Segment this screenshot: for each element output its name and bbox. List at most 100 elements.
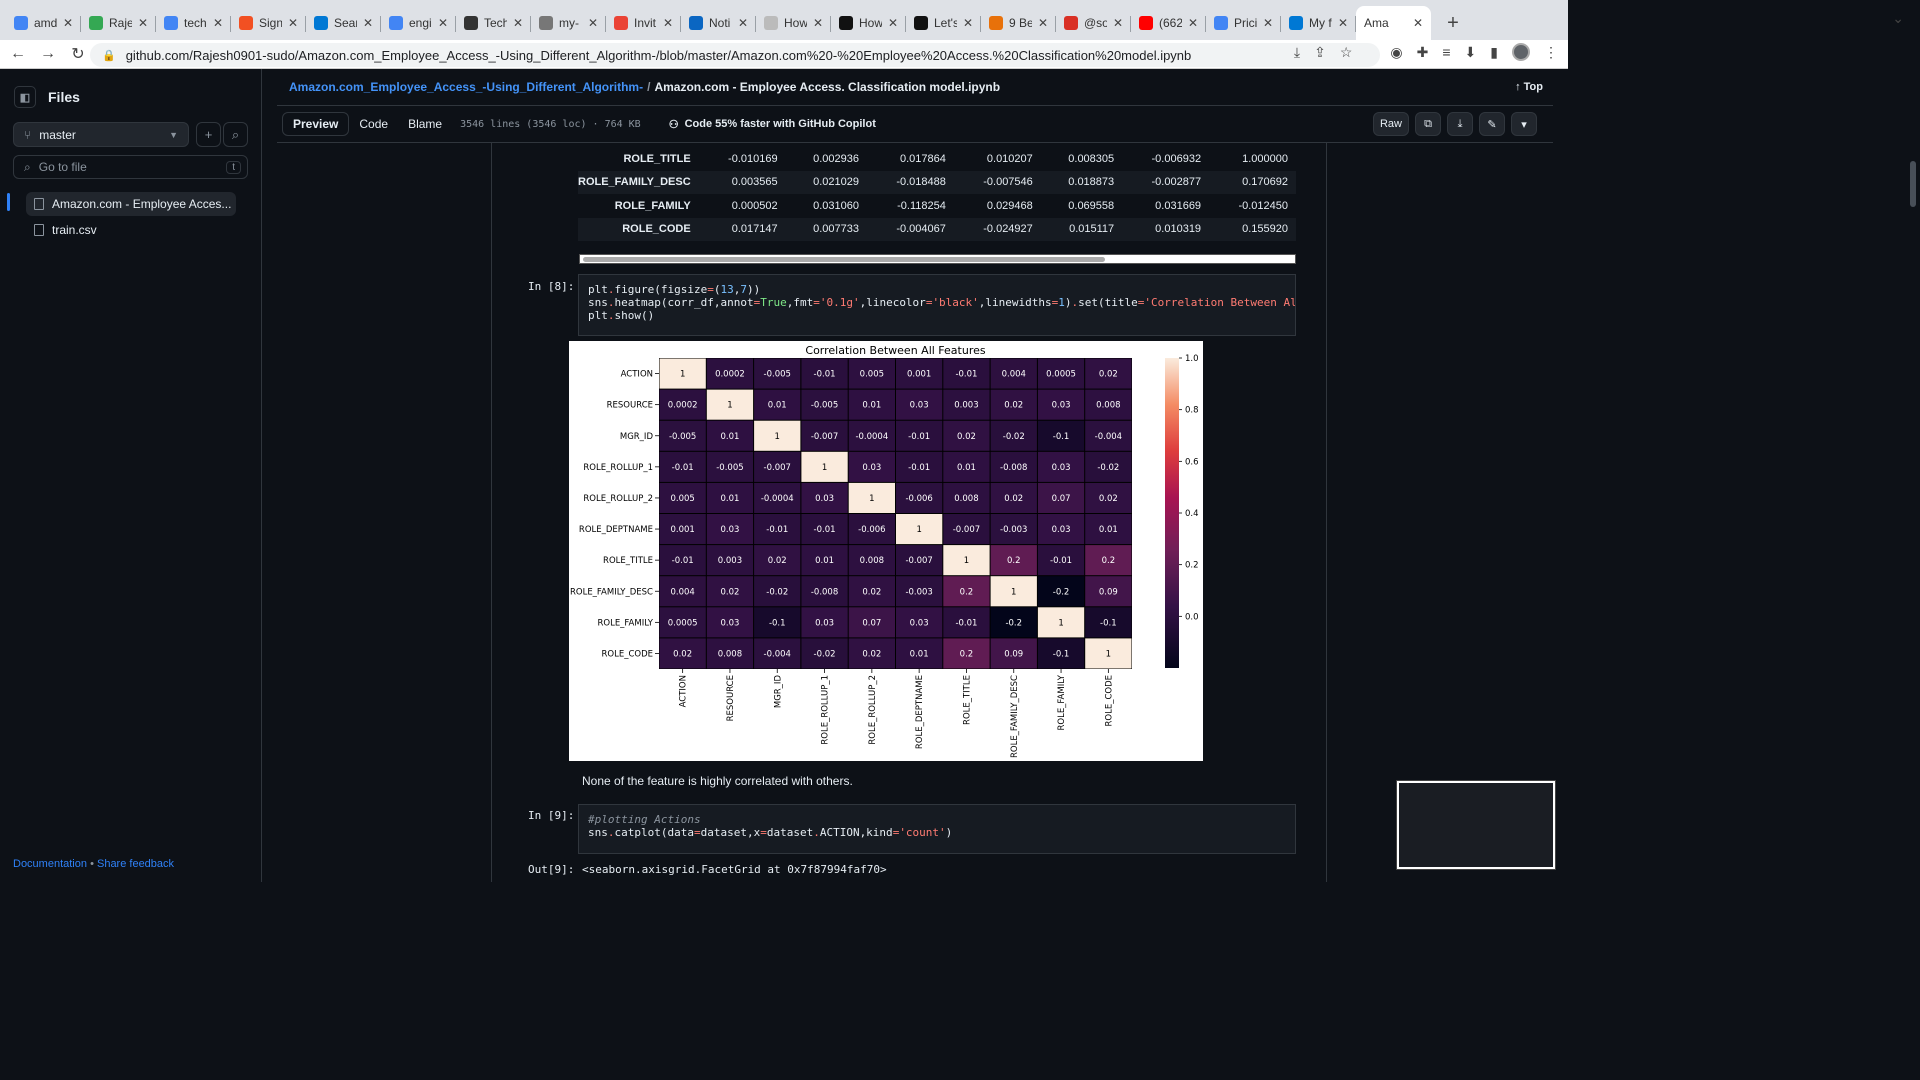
tab-title: Sign — [259, 16, 282, 30]
close-icon[interactable]: ✕ — [1263, 16, 1273, 30]
tab-blame[interactable]: Blame — [398, 112, 452, 136]
table-cell: 0.031060 — [813, 199, 859, 212]
code-cell-8[interactable]: plt.figure(figsize=(13,7)) sns.heatmap(c… — [578, 274, 1296, 336]
documentation-link[interactable]: Documentation — [13, 858, 87, 870]
colorbar-tick-label: 0.8 — [1185, 406, 1199, 416]
search-icon[interactable]: ⌕ — [223, 122, 248, 147]
browser-tab[interactable]: engi ✕ — [381, 6, 456, 40]
browser-tab[interactable]: Let's ✕ — [906, 6, 981, 40]
tab-preview[interactable]: Preview — [282, 112, 350, 136]
browser-tab[interactable]: my- ✕ — [531, 6, 606, 40]
file-item-notebook[interactable]: Amazon.com - Employee Acces... — [26, 192, 236, 216]
camera-icon[interactable]: ◉ — [1390, 44, 1402, 61]
close-icon[interactable]: ✕ — [1038, 16, 1048, 30]
new-tab-button[interactable]: + — [1439, 6, 1467, 40]
browser-tab[interactable]: Ama ✕ — [1356, 6, 1431, 40]
copy-icon[interactable]: ⧉ — [1415, 112, 1441, 136]
close-icon[interactable]: ✕ — [1113, 16, 1123, 30]
browser-tab[interactable]: How ✕ — [756, 6, 831, 40]
google-icon — [14, 16, 28, 30]
close-icon[interactable]: ✕ — [1338, 16, 1348, 30]
raw-button[interactable]: Raw — [1372, 112, 1409, 136]
more-options-chevron-icon[interactable]: ▾ — [1511, 112, 1537, 136]
close-icon[interactable]: ✕ — [738, 16, 748, 30]
browser-tab[interactable]: How ✕ — [831, 6, 906, 40]
browser-tab[interactable]: Tech ✕ — [456, 6, 531, 40]
close-icon[interactable]: ✕ — [1188, 16, 1198, 30]
sidepanel-icon[interactable]: ▮ — [1490, 44, 1498, 61]
scrollbar-thumb[interactable] — [1910, 161, 1916, 207]
browser-tab[interactable]: amd ✕ — [6, 6, 81, 40]
file-item-train-csv[interactable]: train.csv — [26, 218, 236, 242]
close-icon[interactable]: ✕ — [288, 16, 298, 30]
close-icon[interactable]: ✕ — [513, 16, 523, 30]
close-icon[interactable]: ✕ — [963, 16, 973, 30]
browser-tab[interactable]: tech ✕ — [156, 6, 231, 40]
cell-value-label: -0.1 — [1100, 618, 1117, 628]
close-icon[interactable]: ✕ — [888, 16, 898, 30]
cell-value-label: -0.004 — [764, 649, 791, 659]
top-button[interactable]: ↑ Top — [1515, 81, 1543, 93]
browser-tab[interactable]: (662 ✕ — [1131, 6, 1206, 40]
table-cell: 0.029468 — [986, 199, 1033, 212]
close-icon[interactable]: ✕ — [663, 16, 673, 30]
address-bar[interactable]: 🔒 github.com/Rajesh0901-sudo/Amazon.com_… — [90, 43, 1380, 67]
table-horizontal-scrollbar[interactable] — [579, 254, 1296, 264]
menu-icon[interactable]: ⋮ — [1544, 44, 1558, 61]
tab-search-chevron-icon[interactable]: ⌄ — [1892, 10, 1904, 27]
edit-pencil-icon[interactable]: ✎ — [1479, 112, 1505, 136]
star-icon[interactable]: ☆ — [1340, 44, 1353, 61]
branch-selector[interactable]: ⑂ master ▼ — [13, 122, 189, 147]
browser-tab[interactable]: @so ✕ — [1056, 6, 1131, 40]
cell-value-label: 1 — [964, 556, 969, 566]
screenshot-thumbnail[interactable] — [1396, 780, 1556, 870]
browser-tab[interactable]: Invit ✕ — [606, 6, 681, 40]
close-icon[interactable]: ✕ — [138, 16, 148, 30]
share-feedback-link[interactable]: Share feedback — [97, 858, 174, 870]
cell-value-label: -0.0004 — [761, 494, 794, 504]
close-icon[interactable]: ✕ — [63, 16, 73, 30]
x-tick-label: ROLE_ROLLUP_2 — [868, 675, 878, 745]
download-icon[interactable]: ⤓ — [1447, 112, 1473, 136]
close-icon[interactable]: ✕ — [588, 16, 598, 30]
share-icon[interactable]: ⇪ — [1314, 44, 1326, 61]
extensions-icon[interactable]: ✚ — [1417, 44, 1429, 61]
code-cell-9[interactable]: #plotting Actions sns.catplot(data=datas… — [578, 804, 1296, 854]
browser-tab[interactable]: Sign ✕ — [231, 6, 306, 40]
close-icon[interactable]: ✕ — [213, 16, 223, 30]
page-vertical-scrollbar[interactable] — [1906, 143, 1920, 882]
cell-value-label: -0.2 — [1053, 587, 1070, 597]
close-icon[interactable]: ✕ — [1413, 16, 1423, 30]
tab-code[interactable]: Code — [349, 112, 398, 136]
y-tick-label: ROLE_FAMILY — [597, 618, 653, 628]
copilot-promo[interactable]: ⚇ Code 55% faster with GitHub Copilot — [669, 118, 876, 131]
forward-arrow-icon[interactable]: → — [36, 42, 60, 66]
close-icon[interactable]: ✕ — [438, 16, 448, 30]
browser-tab[interactable]: Noti ✕ — [681, 6, 756, 40]
repo-link[interactable]: Amazon.com_Employee_Access_-Using_Differ… — [289, 80, 643, 94]
cell-value-label: -0.003 — [905, 587, 932, 597]
install-icon[interactable]: ⤓ — [1294, 44, 1300, 61]
go-to-file-input[interactable]: ⌕ Go to file t — [13, 155, 248, 179]
url-text[interactable]: github.com/Rajesh0901-sudo/Amazon.com_Em… — [126, 48, 1192, 63]
close-icon[interactable]: ✕ — [813, 16, 823, 30]
download-icon[interactable]: ⬇ — [1465, 44, 1477, 61]
table-cell: 0.018873 — [1068, 176, 1115, 189]
add-file-button[interactable]: + — [196, 122, 221, 147]
back-arrow-icon[interactable]: ← — [6, 42, 30, 66]
browser-tab[interactable]: Raje ✕ — [81, 6, 156, 40]
cell-value-label: 1 — [680, 370, 685, 380]
browser-tab[interactable]: Sear ✕ — [306, 6, 381, 40]
avatar[interactable] — [1512, 43, 1530, 61]
browser-tab[interactable]: My f ✕ — [1281, 6, 1356, 40]
reload-icon[interactable]: ↻ — [66, 42, 90, 66]
tab-title: 9 Be — [1009, 16, 1032, 30]
browser-tab[interactable]: Prici ✕ — [1206, 6, 1281, 40]
collapse-sidebar-icon[interactable]: ◧ — [14, 86, 36, 108]
file-item-label: train.csv — [52, 223, 97, 237]
scrollbar-thumb[interactable] — [583, 257, 1105, 262]
media-icon[interactable]: ≡ — [1442, 44, 1450, 60]
close-icon[interactable]: ✕ — [363, 16, 373, 30]
cell-value-label: 0.03 — [1052, 525, 1071, 535]
browser-tab[interactable]: 9 Be ✕ — [981, 6, 1056, 40]
